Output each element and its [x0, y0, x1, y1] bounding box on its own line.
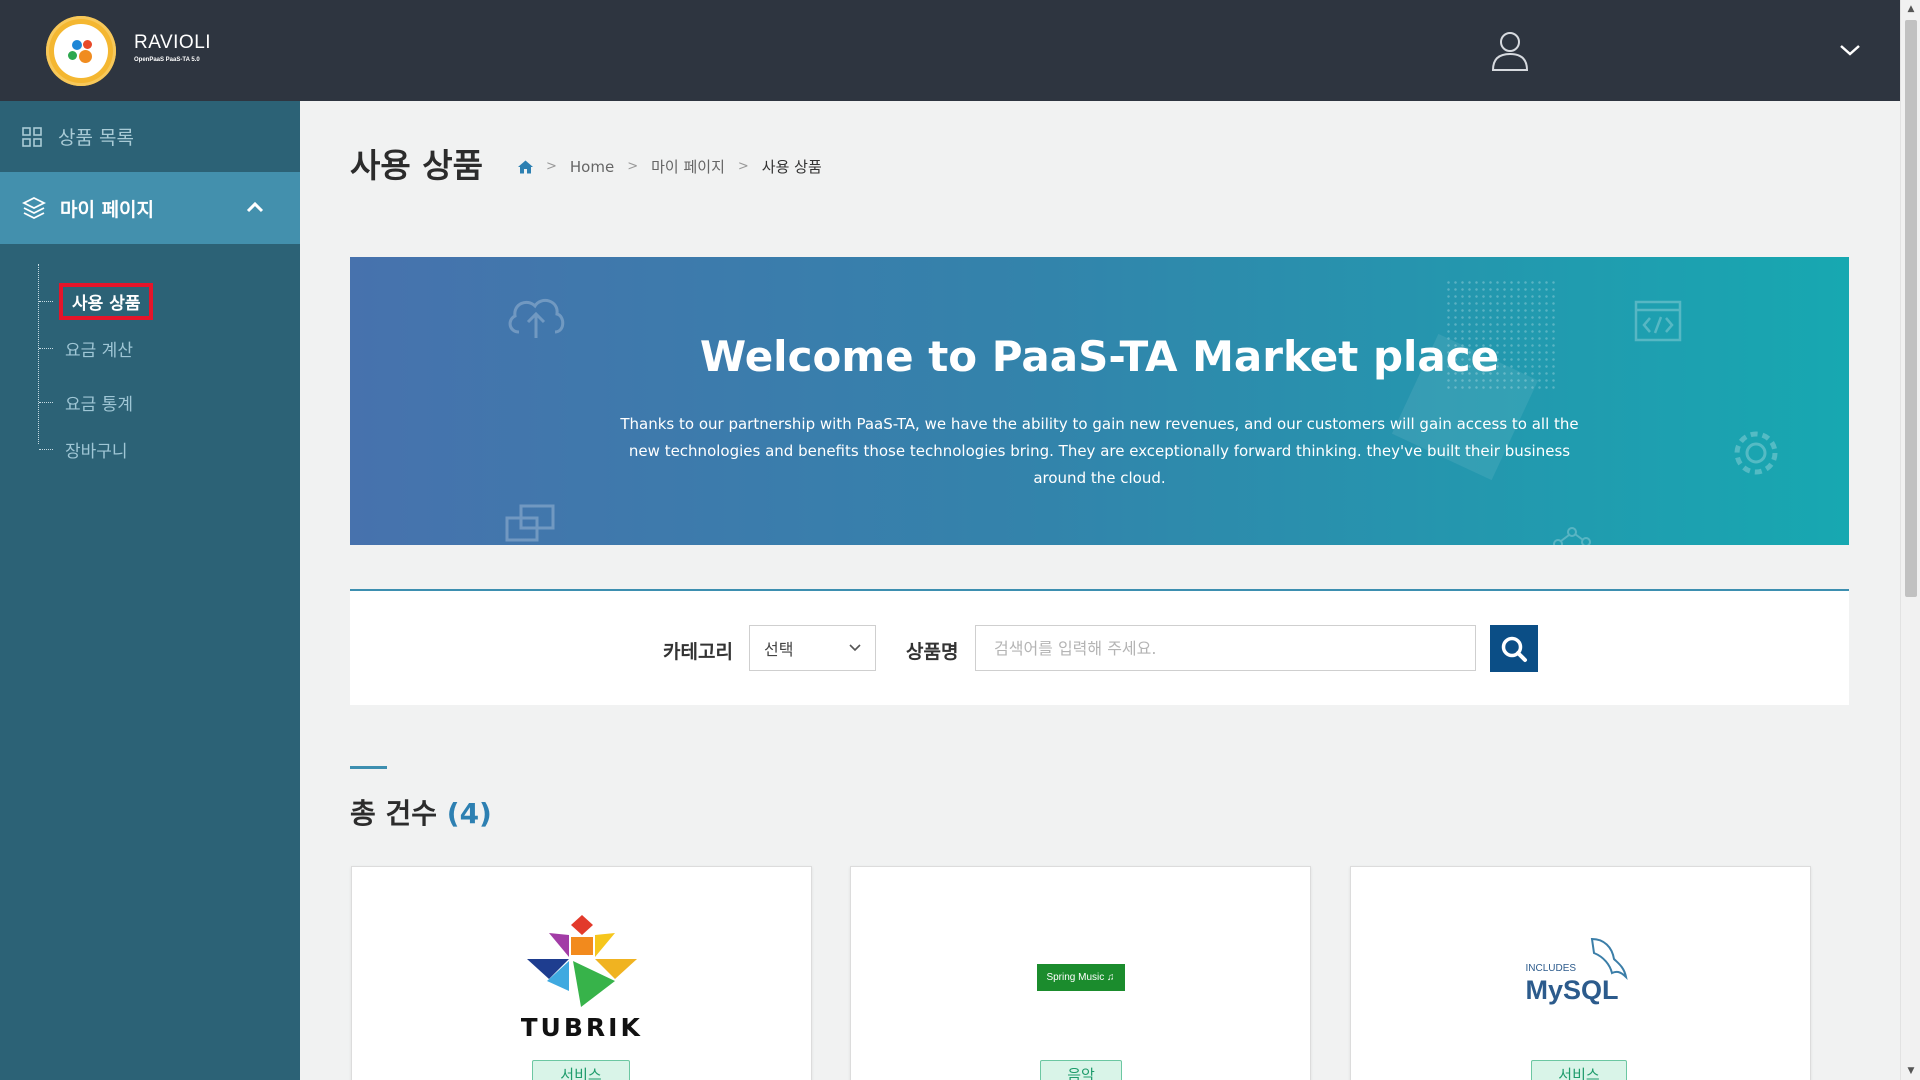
home-icon[interactable] — [518, 160, 533, 174]
logo[interactable] — [46, 16, 116, 86]
breadcrumb: > Home > 마이 페이지 > 사용 상품 — [518, 156, 822, 177]
scroll-down-arrow[interactable]: ▼ — [1906, 1066, 1916, 1076]
breadcrumb-mypage[interactable]: 마이 페이지 — [651, 156, 725, 177]
submenu-item-fee-calc[interactable]: 요금 계산 — [39, 333, 133, 363]
product-card[interactable]: TUBRIK 서비스 — [351, 866, 812, 1080]
product-logo-text: Spring Music ♫ — [1036, 964, 1125, 991]
user-icon[interactable] — [1490, 30, 1530, 72]
tubrik-logo-icon — [526, 915, 637, 1007]
category-badge: 서비스 — [532, 1060, 630, 1080]
category-selected-value: 선택 — [764, 640, 794, 659]
sidebar-item-label: 상품 목록 — [58, 127, 134, 149]
submenu-item-used-products[interactable]: 사용 상품 — [39, 282, 154, 320]
welcome-banner: Welcome to PaaS-TA Market place Thanks t… — [350, 257, 1849, 545]
submenu-item-label: 요금 계산 — [65, 340, 133, 361]
submenu-item-label: 장바구니 — [65, 441, 128, 462]
monitor-icon — [505, 504, 555, 542]
scroll-thumb[interactable] — [1905, 20, 1917, 597]
category-badge: 서비스 — [1531, 1060, 1627, 1080]
chevron-right-icon: > — [546, 159, 557, 174]
product-card[interactable]: Spring Music ♫ 음악 — [850, 866, 1311, 1080]
result-count-label: 총 건수 — [350, 797, 438, 830]
product-logo-text: MySQL — [1525, 974, 1619, 1005]
product-card[interactable]: INCLUDES MySQL 서비스 — [1350, 866, 1811, 1080]
gear-icon — [1734, 431, 1778, 475]
product-name-label: 상품명 — [906, 641, 959, 663]
search-panel: 카테고리 선택 상품명 — [350, 589, 1849, 705]
chevron-up-icon[interactable] — [246, 200, 264, 214]
network-icon — [1553, 527, 1591, 545]
chevron-down-icon — [849, 644, 861, 652]
sidebar-item-catalog[interactable]: 상품 목록 — [0, 101, 300, 172]
sidebar-item-label: 마이 페이지 — [60, 198, 155, 221]
breadcrumb-home[interactable]: Home — [570, 158, 614, 176]
mypage-submenu: 사용 상품 요금 계산 요금 통계 장바구니 — [38, 264, 278, 462]
product-logo: INCLUDES MySQL — [1351, 915, 1810, 1040]
brand: RAVIOLI OpenPaaS PaaS-TA 5.0 — [134, 32, 211, 63]
page-scrollbar[interactable]: ▲ ▼ — [1900, 0, 1920, 1080]
chevron-right-icon: > — [627, 159, 639, 174]
submenu-item-fee-stats[interactable]: 요금 통계 — [39, 387, 133, 417]
banner-title: Welcome to PaaS-TA Market place — [699, 332, 1500, 381]
layers-icon — [22, 196, 46, 220]
product-logo-caption: INCLUDES — [1525, 962, 1577, 974]
brand-name: RAVIOLI — [134, 32, 212, 53]
submenu-item-label: 사용 상품 — [59, 282, 154, 320]
product-logo-text: TUBRIK — [520, 1013, 643, 1040]
product-logo: Spring Music ♫ — [851, 915, 1310, 1040]
brand-subtitle: OpenPaaS PaaS-TA 5.0 — [134, 57, 200, 63]
submenu-item-label: 요금 통계 — [65, 394, 133, 415]
top-header: RAVIOLI OpenPaaS PaaS-TA 5.0 — [0, 0, 1900, 101]
result-count-value: (4) — [446, 797, 492, 830]
sidebar-item-mypage[interactable]: 마이 페이지 — [0, 172, 300, 244]
category-select[interactable]: 선택 — [749, 625, 876, 671]
category-label: 카테고리 — [663, 641, 733, 663]
breadcrumb-current: 사용 상품 — [761, 158, 822, 176]
chevron-down-icon[interactable] — [1838, 42, 1862, 58]
banner-description: Thanks to our partnership with PaaS-TA, … — [620, 415, 1579, 487]
product-search-input[interactable] — [975, 625, 1476, 671]
submenu-item-cart[interactable]: 장바구니 — [39, 434, 128, 464]
section-accent-line — [350, 766, 387, 769]
product-logo: TUBRIK — [352, 915, 811, 1040]
sidebar: 상품 목록 마이 페이지 사용 상품 요금 계산 요금 통계 장바구니 — [0, 101, 300, 1080]
result-count: 총 건수 (4) — [350, 792, 492, 832]
category-badge: 음악 — [1040, 1060, 1122, 1080]
scroll-up-arrow[interactable]: ▲ — [1906, 4, 1916, 14]
search-button[interactable] — [1490, 625, 1538, 672]
chevron-right-icon: > — [737, 159, 749, 174]
grid-icon — [22, 126, 42, 147]
search-icon — [1501, 636, 1527, 662]
page-title: 사용 상품 — [350, 146, 483, 185]
